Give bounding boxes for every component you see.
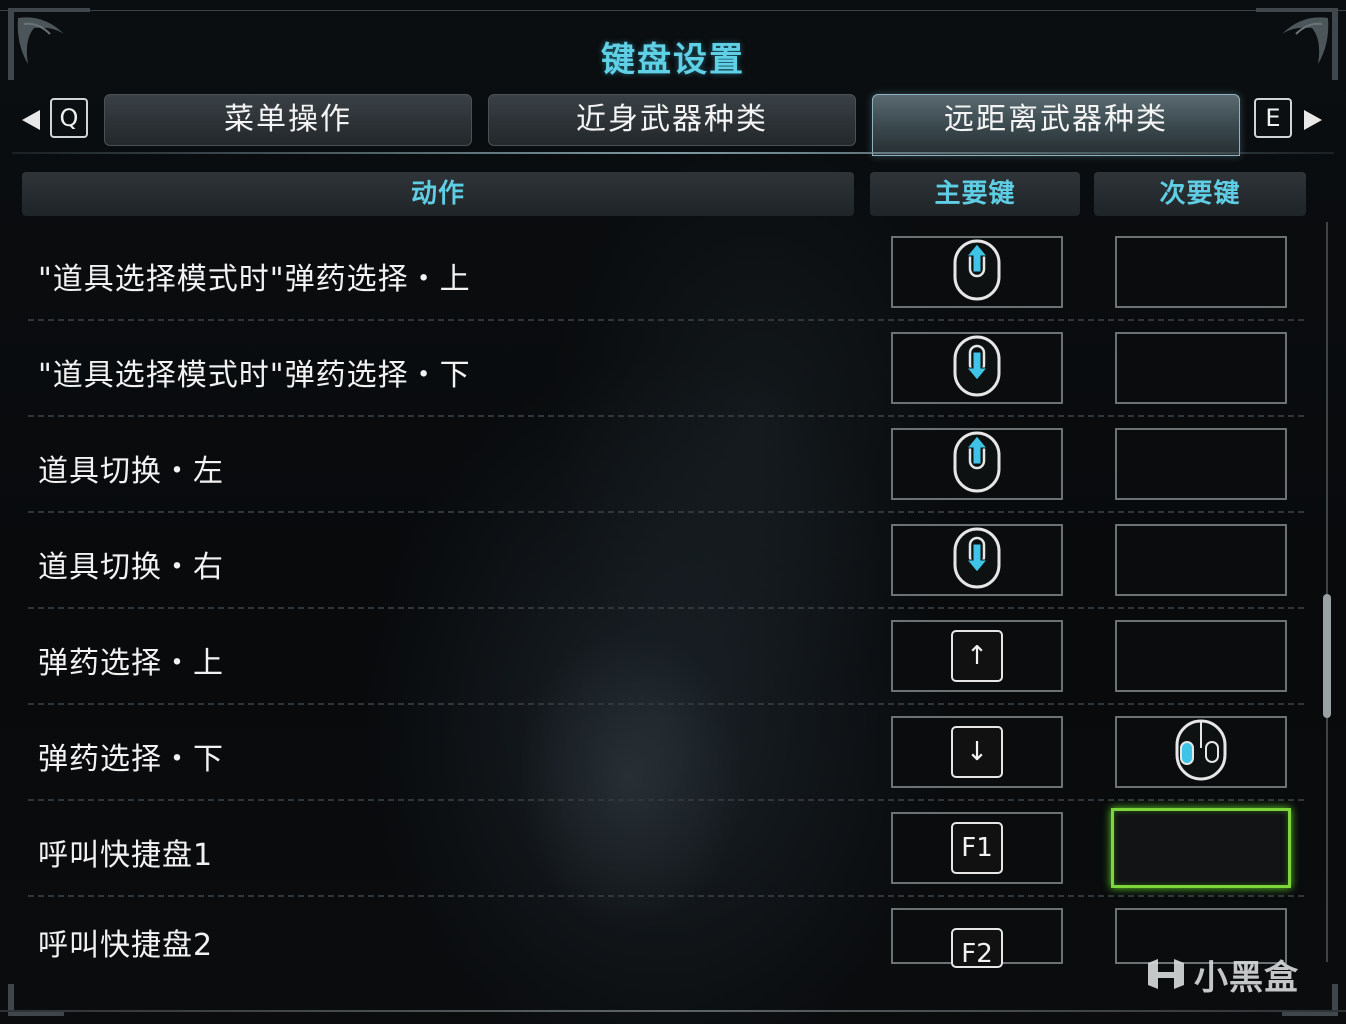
action-label: 呼叫快捷盘2 [38,928,214,963]
primary-key-slot[interactable] [891,524,1063,596]
keybinding-row[interactable]: "道具选择模式时"弹药选择・上 [0,224,1346,321]
secondary-key-slot-selected[interactable] [1111,808,1291,888]
scrollbar-thumb[interactable] [1323,594,1331,718]
page-title: 键盘设置 [601,40,745,80]
next-tab-arrow-icon[interactable] [1304,110,1322,130]
keybinding-row[interactable]: 道具切换・左 [0,416,1346,513]
mouse-scroll-down-icon [952,334,1002,402]
keybinding-row[interactable]: 道具切换・右 [0,512,1346,609]
tab-bar: Q 菜单操作 近身武器种类 远距离武器种类 E [0,92,1346,156]
secondary-key-slot[interactable] [1115,428,1287,500]
column-header-primary: 主要键 [870,172,1080,216]
column-header-secondary: 次要键 [1094,172,1306,216]
next-tab-key-hint[interactable]: E [1254,98,1292,138]
mouse-left-button-icon [1173,718,1229,786]
action-label: "道具选择模式时"弹药选择・下 [38,358,471,393]
keybinding-row[interactable]: 呼叫快捷盘1 F1 [0,800,1346,897]
primary-key-slot[interactable] [891,332,1063,404]
secondary-key-slot[interactable] [1115,236,1287,308]
primary-key-slot[interactable]: F2 [891,908,1063,968]
mouse-scroll-down-icon [952,526,1002,594]
tab-underline [12,152,1334,154]
mouse-scroll-up-icon [952,430,1002,498]
keybinding-row[interactable]: 弹药选择・上 ↑ [0,608,1346,705]
action-label: 弹药选择・下 [38,742,224,777]
mouse-scroll-up-icon [952,238,1002,306]
f2-key-icon: F2 [951,928,1003,968]
xiaoheihe-logo-icon [1144,955,1188,1004]
action-label: "道具选择模式时"弹药选择・上 [38,262,471,297]
scrollbar-track [1326,222,1328,962]
tab-menu-operations[interactable]: 菜单操作 [104,94,472,146]
watermark-text: 小黑盒 [1194,958,1299,998]
tab-melee-weapons[interactable]: 近身武器种类 [488,94,856,146]
primary-key-slot[interactable]: F1 [891,812,1063,884]
top-frame-border [0,0,1346,11]
action-label: 弹药选择・上 [38,646,224,681]
action-label: 呼叫快捷盘1 [38,838,214,873]
action-label: 道具切换・右 [38,550,224,585]
prev-tab-arrow-icon[interactable] [22,110,40,130]
primary-key-slot[interactable]: ↓ [891,716,1063,788]
watermark: 小黑盒 [1144,950,1299,1004]
f1-key-icon: F1 [951,822,1003,874]
primary-key-slot[interactable]: ↑ [891,620,1063,692]
keybinding-row[interactable]: 弹药选择・下 ↓ [0,704,1346,801]
keybinding-row[interactable]: "道具选择模式时"弹药选择・下 [0,320,1346,417]
arrow-down-key-icon: ↓ [951,726,1003,778]
tab-ranged-weapons[interactable]: 远距离武器种类 [872,94,1240,156]
secondary-key-slot[interactable] [1115,332,1287,404]
primary-key-slot[interactable] [891,428,1063,500]
action-label: 道具切换・左 [38,454,224,489]
secondary-key-slot[interactable] [1115,620,1287,692]
secondary-key-slot[interactable] [1115,716,1287,788]
secondary-key-slot[interactable] [1115,524,1287,596]
list-scrollbar[interactable] [1323,222,1331,962]
prev-tab-key-hint[interactable]: Q [50,98,88,138]
arrow-up-key-icon: ↑ [951,630,1003,682]
primary-key-slot[interactable] [891,236,1063,308]
column-header-action: 动作 [22,172,854,216]
bottom-frame-border [0,1010,1346,1012]
